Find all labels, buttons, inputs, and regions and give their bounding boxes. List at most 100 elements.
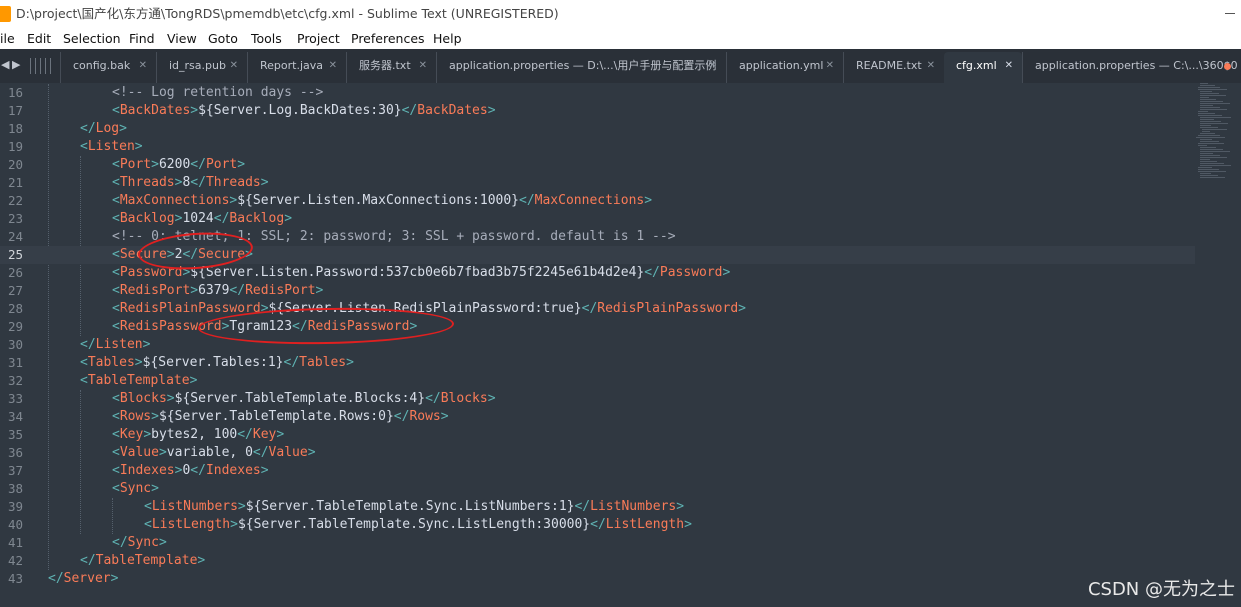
minimize-icon[interactable] [1225,13,1235,14]
tab-label: README.txt [856,59,922,72]
code-line[interactable]: 27 <RedisPort>6379</RedisPort> [0,282,1195,300]
title-bar: D:\project\国产化\东方通\TongRDS\pmemdb\etc\cf… [0,0,1241,28]
tab-bar: ◀ ▶ config.bak ✕ id_rsa.pub ✕ Report.java ✕… [0,49,1241,83]
line-number: 21 [7,175,23,190]
menu-goto[interactable]: Goto [208,28,238,49]
line-code: </Sync> [112,535,167,550]
code-line[interactable]: 40 <ListLength>${Server.TableTemplate.Syn… [0,516,1195,534]
line-number: 37 [7,463,23,478]
code-line[interactable]: 32 <TableTemplate> [0,372,1195,390]
line-code: <BackDates>${Server.Log.BackDates:30}</B… [112,103,496,118]
code-line[interactable]: 19 <Listen> [0,138,1195,156]
code-line[interactable]: 43 </Server> [0,570,1195,588]
code-line[interactable]: 20 <Port>6200</Port> [0,156,1195,174]
line-code: <Value>variable, 0</Value> [112,445,316,460]
line-number: 35 [7,427,23,442]
code-line[interactable]: 16 <!-- Log retention days --> [0,84,1195,102]
line-number: 19 [7,139,23,154]
tab-id-rsa-pub[interactable]: id_rsa.pub ✕ [156,52,247,83]
code-line[interactable]: 38 <Sync> [0,480,1195,498]
line-number: 30 [7,337,23,352]
line-code: <TableTemplate> [80,373,198,388]
code-line[interactable]: 30 </Listen> [0,336,1195,354]
code-line[interactable]: 31 <Tables>${Server.Tables:1}</Tables> [0,354,1195,372]
code-editor[interactable]: 16 <!-- Log retention days --> 17 <BackDate… [0,83,1241,607]
menu-project[interactable]: Project [297,28,340,49]
tab-readme-txt[interactable]: README.txt ✕ [843,52,944,83]
line-code: </Server> [48,571,119,586]
code-line[interactable]: 41 </Sync> [0,534,1195,552]
code-line[interactable]: 22 <MaxConnections>${Server.Listen.MaxCon… [0,192,1195,210]
line-code: <Threads>8</Threads> [112,175,269,190]
line-number: 28 [7,301,23,316]
line-code: </Log> [80,121,127,136]
unsaved-dot-icon[interactable] [1224,63,1231,70]
close-tab-icon[interactable]: ✕ [230,52,238,79]
close-tab-icon[interactable]: ✕ [329,52,337,79]
tab-scroll-left-icon[interactable]: ◀ [1,58,9,71]
tab-label: 服务器.txt [359,59,411,72]
tab-scroll-right-icon[interactable]: ▶ [12,58,20,71]
tab-config-bak[interactable]: config.bak ✕ [60,52,156,83]
line-number: 41 [7,535,23,550]
code-line[interactable]: 17 <BackDates>${Server.Log.BackDates:30}<… [0,102,1195,120]
menu-view[interactable]: View [167,28,197,49]
menu-bar: ile Edit Selection Find View Goto Tools … [0,28,1241,49]
line-code: <Rows>${Server.TableTemplate.Rows:0}</Ro… [112,409,449,424]
menu-edit[interactable]: Edit [27,28,51,49]
code-line[interactable]: 23 <Backlog>1024</Backlog> [0,210,1195,228]
minimap[interactable] [1196,83,1238,179]
line-code: <ListNumbers>${Server.TableTemplate.Sync… [144,499,685,514]
tab-application-properties-c[interactable]: application.properties — C:\...\360$0 [1022,52,1241,83]
close-tab-icon[interactable]: ✕ [419,52,427,79]
line-number: 24 [7,229,23,244]
menu-file[interactable]: ile [0,28,15,49]
code-line[interactable]: 28 <RedisPlainPassword>${Server.Listen.Re… [0,300,1195,318]
close-tab-icon[interactable]: ✕ [139,52,147,79]
csdn-watermark: CSDN @无为之士 [1087,579,1235,600]
tab-label: application.properties — D:\...\用户手册与配置示… [449,59,717,72]
line-number: 38 [7,481,23,496]
menu-find[interactable]: Find [129,28,155,49]
tab-label: config.bak [73,59,131,72]
code-line[interactable]: 29 <RedisPassword>Tgram123</RedisPassword… [0,318,1195,336]
line-number: 40 [7,517,23,532]
tab-label: id_rsa.pub [169,59,226,72]
code-line[interactable]: 42 </TableTemplate> [0,552,1195,570]
open-files-dropdown-icon[interactable] [30,58,54,74]
menu-help[interactable]: Help [433,28,462,49]
code-line[interactable]: 33 <Blocks>${Server.TableTemplate.Blocks:… [0,390,1195,408]
menu-preferences[interactable]: Preferences [351,28,425,49]
sublime-app-icon [0,6,11,22]
line-number: 23 [7,211,23,226]
code-line[interactable]: 36 <Value>variable, 0</Value> [0,444,1195,462]
close-tab-icon[interactable]: ✕ [1005,52,1013,79]
line-number: 39 [7,499,23,514]
line-number: 18 [7,121,23,136]
tab-application-yml[interactable]: application.yml ✕ [726,52,843,83]
window-title: D:\project\国产化\东方通\TongRDS\pmemdb\etc\cf… [16,6,559,21]
tab-report-java[interactable]: Report.java ✕ [247,52,346,83]
tab-label: cfg.xml [956,59,997,72]
code-line[interactable]: 21 <Threads>8</Threads> [0,174,1195,192]
tab-server-txt[interactable]: 服务器.txt ✕ [346,52,436,83]
line-code: <Blocks>${Server.TableTemplate.Blocks:4}… [112,391,496,406]
close-tab-icon[interactable]: ✕ [709,52,717,79]
menu-tools[interactable]: Tools [251,28,282,49]
code-line[interactable]: 34 <Rows>${Server.TableTemplate.Rows:0}</… [0,408,1195,426]
menu-selection[interactable]: Selection [63,28,121,49]
close-tab-icon[interactable]: ✕ [826,52,834,79]
code-line[interactable]: 39 <ListNumbers>${Server.TableTemplate.Sy… [0,498,1195,516]
line-code: <Indexes>0</Indexes> [112,463,269,478]
line-code: <RedisPort>6379</RedisPort> [112,283,324,298]
close-tab-icon[interactable]: ✕ [927,52,935,79]
line-number: 27 [7,283,23,298]
tab-application-properties-d[interactable]: application.properties — D:\...\用户手册与配置示… [436,52,726,83]
tab-cfg-xml[interactable]: cfg.xml ✕ [944,52,1022,83]
line-number: 22 [7,193,23,208]
code-line[interactable]: 18 </Log> [0,120,1195,138]
line-number: 36 [7,445,23,460]
line-number: 43 [7,571,23,586]
code-line[interactable]: 37 <Indexes>0</Indexes> [0,462,1195,480]
code-line[interactable]: 35 <Key>bytes2, 100</Key> [0,426,1195,444]
